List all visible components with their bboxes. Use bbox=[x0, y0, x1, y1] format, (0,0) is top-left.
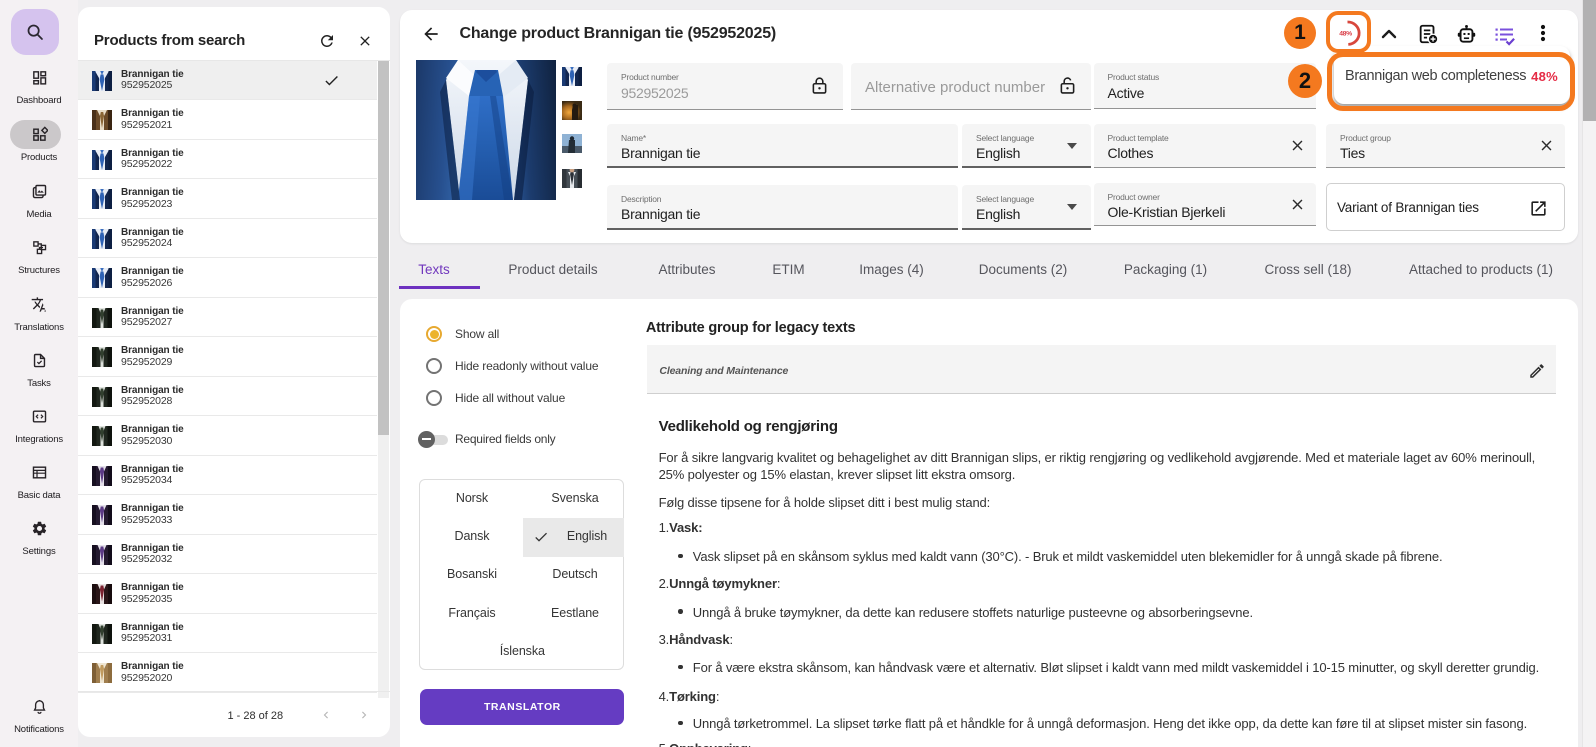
svg-text:48%: 48% bbox=[1339, 30, 1352, 37]
